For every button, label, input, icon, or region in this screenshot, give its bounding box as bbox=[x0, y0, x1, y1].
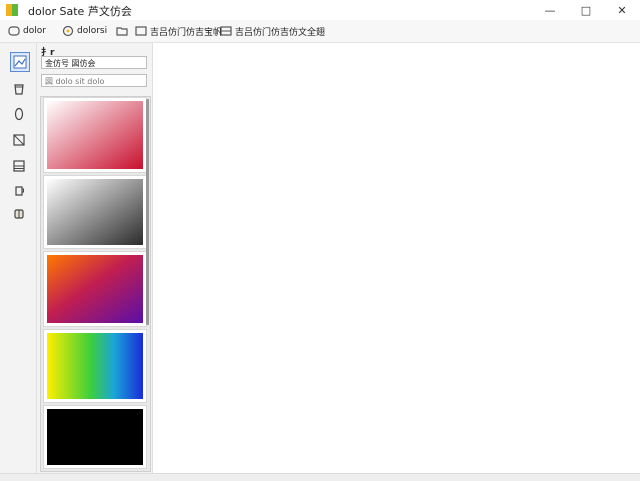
toolbar-item-settings[interactable]: 吉吕仿门仿吉仿文全翅 bbox=[220, 23, 325, 39]
oval-icon bbox=[14, 107, 24, 121]
round-button-icon bbox=[8, 26, 20, 36]
toolbar-item-dolorsi[interactable]: dolorsi bbox=[62, 23, 107, 39]
grid-icon bbox=[220, 26, 232, 36]
filter-field[interactable]: 図 dolo sit dolo bbox=[41, 74, 147, 87]
layers-icon bbox=[13, 160, 25, 172]
swatch-panel: 扌r 金仿号 図仿会 図 dolo sit dolo bbox=[37, 43, 153, 480]
swatch-item[interactable] bbox=[43, 97, 147, 173]
eraser-icon bbox=[14, 209, 24, 219]
layers-tool[interactable] bbox=[10, 157, 28, 175]
red-gradient-swatch bbox=[47, 101, 143, 169]
close-button[interactable]: ✕ bbox=[604, 0, 640, 20]
toolbar-item-label: 吉吕仿门仿吉仿文全翅 bbox=[235, 27, 326, 38]
toolbar-item-label: 吉吕仿门仿吉宝帆 bbox=[150, 27, 223, 38]
window-title: dolor Sate 芦文仿会 bbox=[28, 5, 132, 18]
refresh-icon bbox=[62, 25, 74, 37]
app-icon bbox=[6, 4, 18, 16]
crop-tool[interactable] bbox=[10, 131, 28, 149]
cup-tool[interactable] bbox=[10, 182, 28, 200]
swatch-item[interactable] bbox=[43, 251, 147, 327]
rainbow-gradient-swatch bbox=[47, 333, 143, 399]
image-icon bbox=[13, 55, 27, 69]
gray-gradient-swatch bbox=[47, 179, 143, 245]
swatch-item[interactable] bbox=[43, 329, 147, 403]
title-bar: dolor Sate 芦文仿会 — □ ✕ bbox=[0, 0, 640, 20]
swatch-item[interactable] bbox=[43, 405, 147, 469]
drawing-canvas[interactable] bbox=[153, 43, 640, 473]
bucket-tool[interactable] bbox=[10, 80, 28, 98]
oval-tool[interactable] bbox=[10, 105, 28, 123]
crop-icon bbox=[13, 134, 25, 146]
image-tool[interactable] bbox=[10, 52, 30, 72]
maximize-button[interactable]: □ bbox=[568, 0, 604, 20]
toolbar-item-frame[interactable]: 吉吕仿门仿吉宝帆 bbox=[135, 23, 222, 39]
toolbar-item-dolor[interactable]: dolor bbox=[8, 23, 46, 39]
toolbar: dolor dolorsi 吉吕仿门仿吉宝帆 吉吕仿门仿吉仿文全翅 bbox=[0, 20, 640, 43]
toolbar-item-label: dolor bbox=[23, 26, 46, 36]
minimize-button[interactable]: — bbox=[532, 0, 568, 20]
toolbar-item-label: dolorsi bbox=[77, 26, 108, 36]
frame-icon bbox=[135, 26, 147, 36]
tool-sidebar bbox=[0, 43, 37, 480]
toolbar-item-folder[interactable] bbox=[116, 23, 131, 39]
black-swatch bbox=[47, 409, 143, 465]
folder-icon bbox=[116, 27, 128, 36]
swatch-list bbox=[40, 96, 151, 472]
eraser-tool[interactable] bbox=[10, 205, 28, 223]
preset-name-field[interactable]: 金仿号 図仿会 bbox=[41, 56, 147, 69]
cup-icon bbox=[15, 186, 24, 196]
bucket-icon bbox=[14, 84, 24, 95]
orange-purple-gradient-swatch bbox=[47, 255, 143, 323]
swatch-scrollbar[interactable] bbox=[146, 99, 149, 325]
swatch-item[interactable] bbox=[43, 175, 147, 249]
